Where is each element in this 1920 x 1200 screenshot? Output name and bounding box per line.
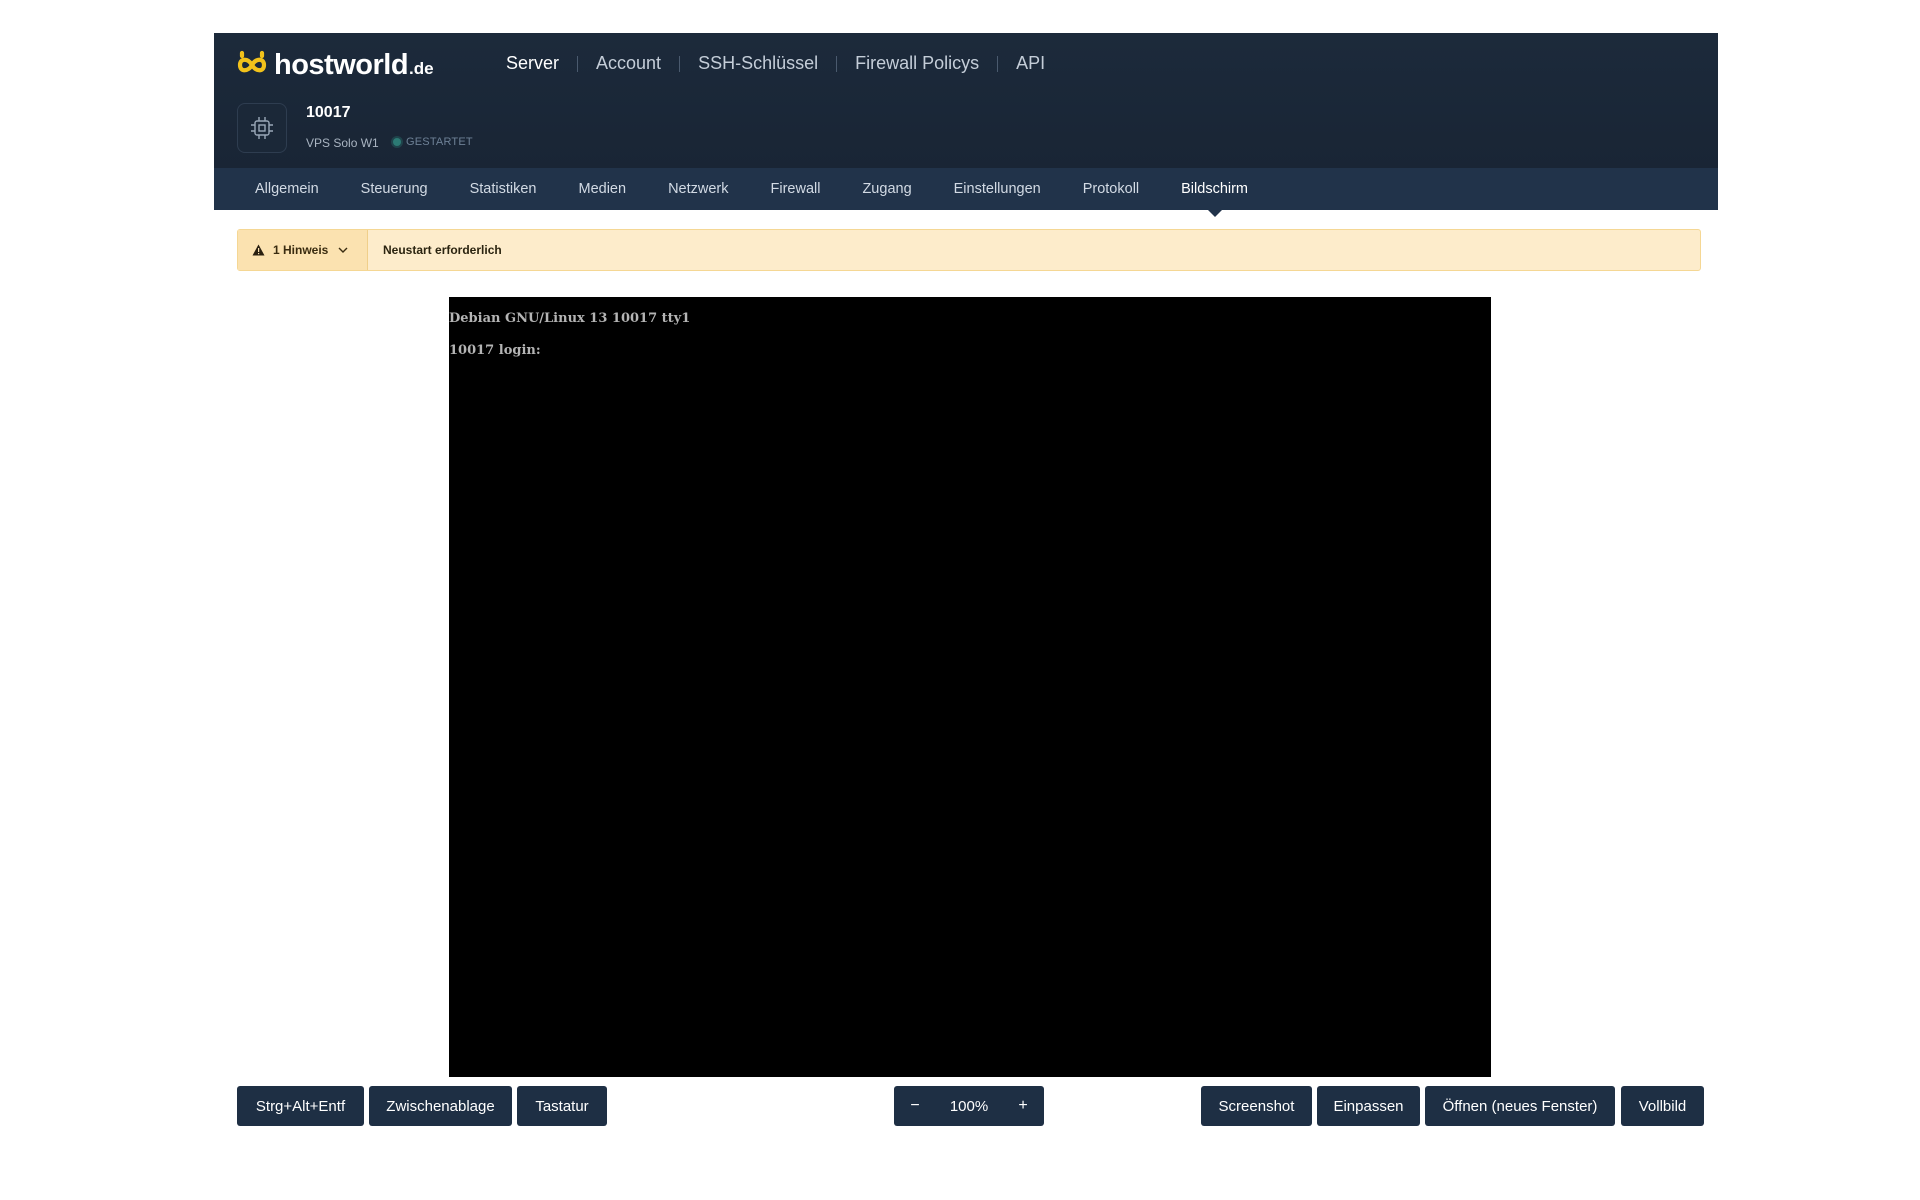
server-plan: VPS Solo W1 bbox=[306, 136, 379, 150]
server-icon-box bbox=[237, 103, 287, 153]
notice-message: Neustart erforderlich bbox=[383, 243, 502, 257]
tab-steuerung[interactable]: Steuerung bbox=[340, 181, 449, 197]
vnc-console-screen[interactable]: Debian GNU/Linux 13 10017 tty1 10017 log… bbox=[449, 297, 1491, 1077]
zoom-level: 100% bbox=[949, 1097, 989, 1115]
warning-icon bbox=[252, 244, 265, 256]
zoom-in-button[interactable]: + bbox=[1002, 1086, 1044, 1126]
nav-server[interactable]: Server bbox=[488, 53, 577, 74]
tab-allgemein[interactable]: Allgemein bbox=[234, 181, 340, 197]
fit-button[interactable]: Einpassen bbox=[1317, 1086, 1420, 1126]
hostworld-logo-icon bbox=[237, 50, 267, 73]
tab-medien[interactable]: Medien bbox=[558, 181, 648, 197]
zoom-control: − 100% + bbox=[894, 1086, 1044, 1126]
nav-api[interactable]: API bbox=[998, 53, 1063, 74]
tab-bildschirm[interactable]: Bildschirm bbox=[1160, 181, 1269, 197]
brand-tld: .de bbox=[409, 59, 434, 78]
tab-einstellungen[interactable]: Einstellungen bbox=[933, 181, 1062, 197]
nav-firewall-policies[interactable]: Firewall Policys bbox=[837, 53, 997, 74]
zoom-out-button[interactable]: − bbox=[894, 1086, 936, 1126]
notice-bar: 1 Hinweis Neustart erforderlich bbox=[237, 229, 1701, 271]
ctrl-alt-del-button[interactable]: Strg+Alt+Entf bbox=[237, 1086, 364, 1126]
notice-toggle-button[interactable]: 1 Hinweis bbox=[238, 230, 368, 270]
console-line: 10017 login: bbox=[449, 343, 541, 358]
server-status-label: GESTARTET bbox=[406, 136, 473, 148]
tab-protokoll[interactable]: Protokoll bbox=[1062, 181, 1160, 197]
screenshot-button[interactable]: Screenshot bbox=[1201, 1086, 1312, 1126]
tab-netzwerk[interactable]: Netzwerk bbox=[647, 181, 749, 197]
keyboard-button[interactable]: Tastatur bbox=[517, 1086, 607, 1126]
clipboard-button[interactable]: Zwischenablage bbox=[369, 1086, 512, 1126]
brand-name: hostworld bbox=[274, 48, 409, 81]
notice-count-label: 1 Hinweis bbox=[273, 243, 329, 257]
console-line: Debian GNU/Linux 13 10017 tty1 bbox=[449, 311, 691, 326]
tab-statistiken[interactable]: Statistiken bbox=[449, 181, 558, 197]
top-navigation: Server Account SSH-Schlüssel Firewall Po… bbox=[488, 53, 1063, 74]
status-dot-icon bbox=[393, 138, 401, 146]
server-status: GESTARTET bbox=[393, 136, 473, 148]
header: hostworld .de Server Account SSH-Schlüss… bbox=[214, 33, 1718, 168]
server-tabs: Allgemein Steuerung Statistiken Medien N… bbox=[214, 168, 1718, 210]
tab-zugang[interactable]: Zugang bbox=[841, 181, 932, 197]
app-frame: hostworld .de Server Account SSH-Schlüss… bbox=[214, 33, 1718, 210]
chevron-down-icon bbox=[338, 247, 348, 253]
fullscreen-button[interactable]: Vollbild bbox=[1621, 1086, 1704, 1126]
tab-firewall[interactable]: Firewall bbox=[750, 181, 842, 197]
logo[interactable]: hostworld .de bbox=[236, 47, 434, 83]
nav-account[interactable]: Account bbox=[578, 53, 679, 74]
open-new-window-button[interactable]: Öffnen (neues Fenster) bbox=[1425, 1086, 1615, 1126]
server-name: 10017 bbox=[306, 104, 351, 121]
nav-ssh-keys[interactable]: SSH-Schlüssel bbox=[680, 53, 836, 74]
cpu-chip-icon bbox=[251, 117, 273, 139]
